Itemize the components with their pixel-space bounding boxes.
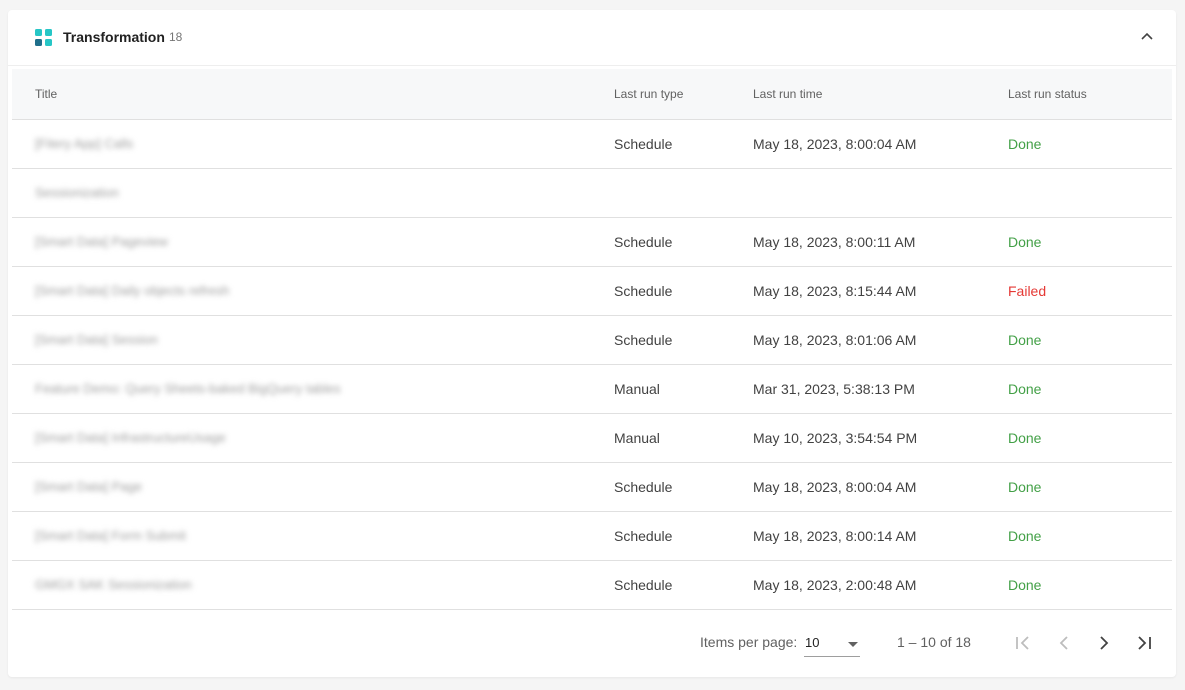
column-header-last-run-type[interactable]: Last run type [614,87,683,101]
column-header-title[interactable]: Title [35,87,57,101]
transformation-logo-icon [35,29,52,46]
transformation-card: Transformation 18 Title Last run type La… [8,10,1176,677]
row-run-status: Done [1008,381,1042,397]
row-run-type: Schedule [614,479,673,495]
row-run-type: Schedule [614,528,673,544]
column-header-last-run-status[interactable]: Last run status [1008,87,1087,101]
chevron-up-icon [1141,32,1153,40]
row-title[interactable]: [Smart Data] Form Submit [35,528,186,543]
row-run-time: May 18, 2023, 8:00:04 AM [753,479,917,495]
table-row[interactable]: [Fitery App] Calls Schedule May 18, 2023… [12,120,1172,169]
row-run-type: Schedule [614,136,673,152]
table-row[interactable]: GMGX SAK Sessionization Schedule May 18,… [12,561,1172,610]
next-page-button[interactable] [1088,627,1120,659]
column-header-last-run-time[interactable]: Last run time [753,87,822,101]
row-run-status: Done [1008,528,1042,544]
chevron-left-icon [1059,636,1068,650]
items-per-page-label: Items per page: [700,634,798,650]
row-run-time: May 18, 2023, 8:00:04 AM [753,136,917,152]
row-run-status: Failed [1008,283,1047,299]
row-run-time: May 18, 2023, 8:00:11 AM [753,234,916,250]
transformations-table: Title Last run type Last run time Last r… [12,69,1172,610]
row-run-type: Schedule [614,332,673,348]
row-run-time: May 18, 2023, 8:15:44 AM [753,283,917,299]
row-run-time: May 10, 2023, 3:54:54 PM [753,430,918,446]
row-title[interactable]: [Fitery App] Calls [35,136,133,151]
row-title[interactable]: [Smart Data] InfrastructureUsage [35,430,226,445]
table-row[interactable]: [Smart Data] Pageview Schedule May 18, 2… [12,218,1172,267]
table-row[interactable]: [Smart Data] Daily objects refresh Sched… [12,267,1172,316]
row-title[interactable]: GMGX SAK Sessionization [35,577,192,592]
items-per-page-select[interactable]: 10 [804,632,860,657]
row-run-type: Schedule [614,234,673,250]
first-page-icon [1016,636,1029,650]
previous-page-button[interactable] [1048,627,1080,659]
dropdown-arrow-icon [848,642,858,647]
row-run-time: May 18, 2023, 8:00:14 AM [753,528,917,544]
table-row[interactable]: [Smart Data] Form Submit Schedule May 18… [12,512,1172,561]
chevron-right-icon [1100,636,1109,650]
row-title[interactable]: [Smart Data] Session [35,332,158,347]
card-title: Transformation [63,29,165,45]
row-run-time: May 18, 2023, 2:00:48 AM [753,577,917,593]
row-run-type: Schedule [614,577,673,593]
table-row[interactable]: [Smart Data] Session Schedule May 18, 20… [12,316,1172,365]
last-page-button[interactable] [1128,627,1160,659]
row-run-status: Done [1008,479,1042,495]
table-row[interactable]: [Smart Data] Page Schedule May 18, 2023,… [12,463,1172,512]
row-run-time: May 18, 2023, 8:01:06 AM [753,332,917,348]
row-run-status: Done [1008,136,1042,152]
page-range-label: 1 – 10 of 18 [897,634,971,650]
row-title[interactable]: Feature Demo: Query Sheets-baked BigQuer… [35,381,341,396]
row-run-status: Done [1008,332,1042,348]
row-title[interactable]: [Smart Data] Page [35,479,142,494]
row-run-type: Manual [614,381,660,397]
row-run-type: Schedule [614,283,673,299]
row-run-time: Mar 31, 2023, 5:38:13 PM [753,381,915,397]
row-run-status: Done [1008,234,1042,250]
items-per-page-value: 10 [805,635,820,650]
paginator: Items per page: 10 1 – 10 of 18 [8,610,1176,675]
table-row[interactable]: Feature Demo: Query Sheets-baked BigQuer… [12,365,1172,414]
row-title[interactable]: [Smart Data] Pageview [35,234,168,249]
row-run-type: Manual [614,430,660,446]
card-header[interactable]: Transformation 18 [8,10,1176,66]
table-row[interactable]: [Smart Data] InfrastructureUsage Manual … [12,414,1172,463]
item-count-badge: 18 [169,30,183,44]
row-title[interactable]: Sessionization [35,185,119,200]
first-page-button[interactable] [1007,627,1039,659]
row-run-status: Done [1008,430,1042,446]
row-run-status: Done [1008,577,1042,593]
collapse-button[interactable] [1136,25,1158,47]
table-header-row: Title Last run type Last run time Last r… [12,69,1172,120]
last-page-icon [1138,636,1151,650]
table-row[interactable]: Sessionization [12,169,1172,218]
row-title[interactable]: [Smart Data] Daily objects refresh [35,283,229,298]
